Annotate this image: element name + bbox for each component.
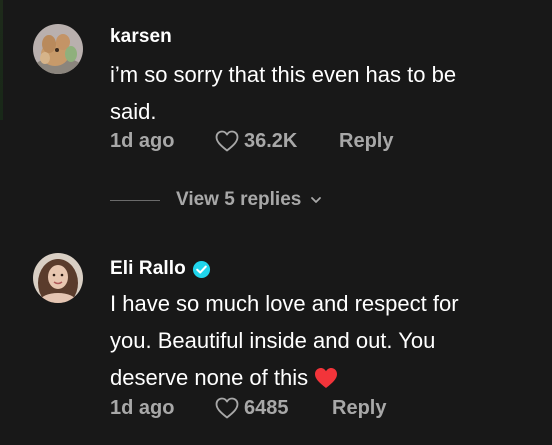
comment-text: I have so much love and respect for you.… bbox=[110, 285, 530, 396]
username-row: Eli Rallo bbox=[110, 258, 211, 280]
comment-meta: 1d ago 6485 Reply bbox=[110, 394, 386, 422]
reply-button[interactable]: Reply bbox=[332, 397, 386, 420]
avatar[interactable] bbox=[33, 253, 83, 303]
comment-item: Eli Rallo I have so much love and respec… bbox=[0, 235, 552, 445]
red-heart-emoji-icon bbox=[315, 368, 338, 388]
verified-badge-icon bbox=[192, 260, 210, 278]
reply-button[interactable]: Reply bbox=[339, 130, 393, 153]
timestamp: 1d ago bbox=[110, 129, 175, 152]
comment-text-line: i’m so sorry that this even has to be bbox=[110, 62, 457, 87]
chevron-down-icon[interactable] bbox=[309, 193, 323, 207]
comment-text: i’m so sorry that this even has to be sa… bbox=[110, 56, 530, 130]
timestamp: 1d ago bbox=[110, 396, 175, 419]
avatar[interactable] bbox=[33, 24, 83, 74]
comment-text-line: said. bbox=[110, 99, 157, 124]
comment-meta: 1d ago 36.2K Reply bbox=[110, 127, 393, 155]
comment-text-line: I have so much love and respect for bbox=[110, 291, 459, 316]
divider bbox=[110, 199, 160, 201]
comment-text-segment: deserve none of this bbox=[110, 365, 309, 390]
view-replies-button[interactable]: View 5 replies bbox=[110, 186, 323, 214]
like-count: 6485 bbox=[244, 396, 289, 419]
view-replies-label[interactable]: View 5 replies bbox=[176, 189, 301, 211]
heart-outline-icon[interactable] bbox=[215, 397, 239, 419]
comment-text-line: you. Beautiful inside and out. You bbox=[110, 328, 436, 353]
username[interactable]: karsen bbox=[110, 26, 172, 48]
comment-item: karsen i’m so sorry that this even has t… bbox=[0, 0, 552, 210]
heart-outline-icon[interactable] bbox=[215, 130, 239, 152]
like-button[interactable]: 36.2K bbox=[215, 130, 339, 153]
username-row: karsen bbox=[110, 26, 172, 48]
comment-text-line: deserve none of this bbox=[110, 359, 530, 396]
like-button[interactable]: 6485 bbox=[215, 397, 332, 420]
username[interactable]: Eli Rallo bbox=[110, 258, 186, 280]
like-count: 36.2K bbox=[244, 129, 298, 152]
